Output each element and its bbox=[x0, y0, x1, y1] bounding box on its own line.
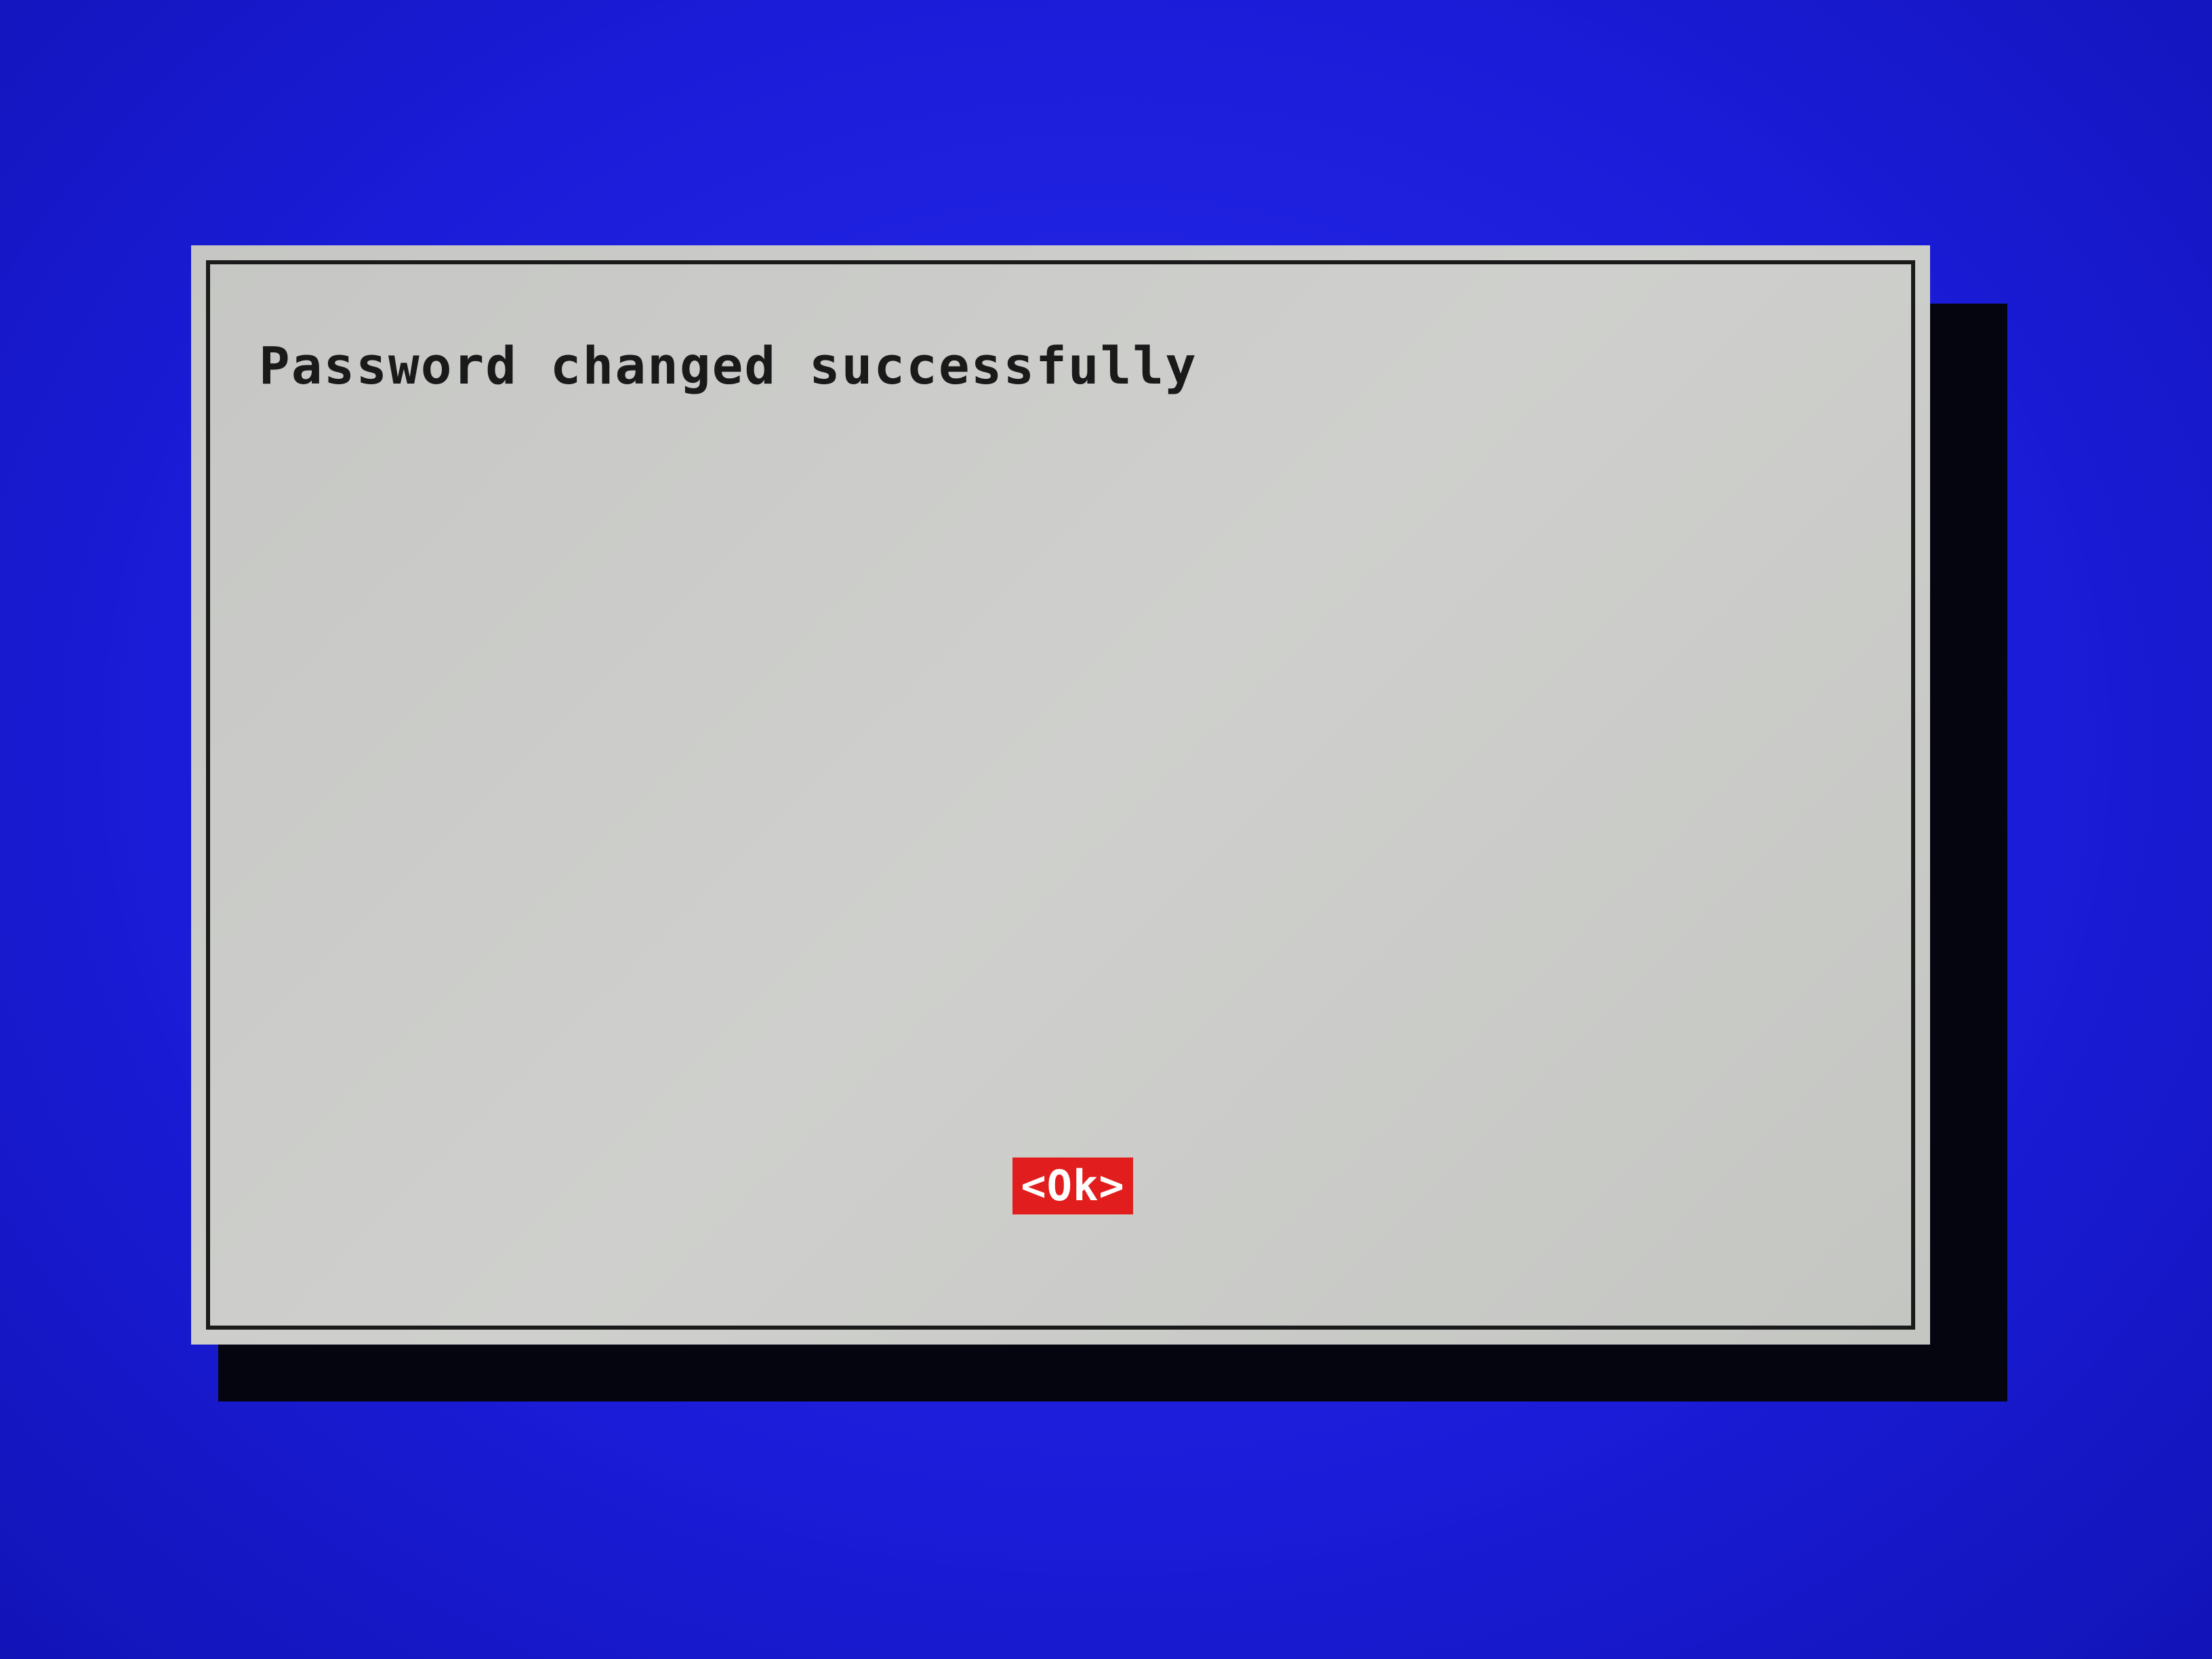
terminal-screen: Password changed successfully <Ok> bbox=[0, 0, 2212, 1659]
dialog-message: Password changed successfully bbox=[259, 335, 1197, 396]
ok-button[interactable]: <Ok> bbox=[1012, 1158, 1133, 1214]
message-dialog: Password changed successfully <Ok> bbox=[191, 245, 1930, 1345]
